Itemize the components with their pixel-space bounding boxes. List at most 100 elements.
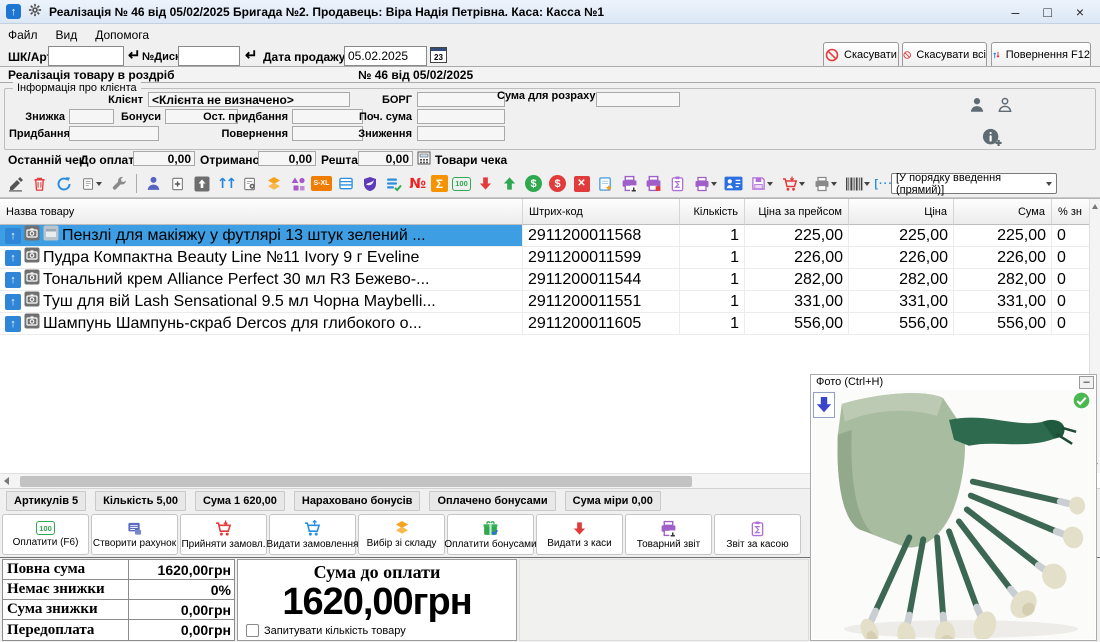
contact-card-icon[interactable] [723, 173, 744, 194]
calendar-icon[interactable]: 23 [430, 47, 447, 63]
photo-download-icon[interactable] [813, 392, 835, 418]
close-button[interactable]: × [1076, 4, 1084, 20]
number-icon[interactable]: № [407, 173, 428, 194]
menu-view[interactable]: Вид [56, 28, 78, 42]
client-field[interactable]: <Клієнта не визначено> [148, 92, 350, 107]
item-discount: 0 [1052, 247, 1090, 268]
sku-input[interactable] [48, 46, 124, 66]
document-settings-icon[interactable] [239, 173, 260, 194]
cash-in-arrow-icon[interactable] [499, 173, 520, 194]
camera-icon[interactable] [24, 247, 40, 268]
sale-date-input[interactable] [344, 46, 427, 66]
camera-icon[interactable] [24, 313, 40, 334]
create-invoice-button[interactable]: Створити рахунок [91, 514, 178, 555]
return-button[interactable]: Повернення F12 [991, 42, 1091, 68]
pick-from-stock-button[interactable]: Вибір зі складу [358, 514, 445, 555]
product-photo [812, 390, 1095, 639]
stock-layers-icon[interactable] [263, 173, 284, 194]
table-row[interactable]: ↑ Туш для вій Lash Sensational 9.5 мл Чо… [0, 291, 1100, 313]
discount-card-input[interactable] [178, 46, 240, 66]
banknote-icon[interactable]: 100 [452, 177, 471, 191]
col-barcode[interactable]: Штрих-код [523, 199, 680, 225]
table-row[interactable]: ↑ Шампунь Шампунь-скраб Dercos для глибо… [0, 313, 1100, 335]
note-menu-icon[interactable] [77, 173, 106, 194]
gift-icon [482, 520, 499, 537]
issue-order-button[interactable]: Видати замовлення [269, 514, 356, 555]
table-row[interactable]: ↑ Тональний крем Alliance Perfect 30 мл … [0, 269, 1100, 291]
photo-minimize-button[interactable]: – [1079, 376, 1094, 389]
money-out-icon[interactable]: $ [549, 175, 566, 192]
settings-gear-icon[interactable] [28, 3, 42, 20]
report-clipboard-icon[interactable] [667, 173, 688, 194]
document-star-icon[interactable] [595, 173, 616, 194]
edit-icon[interactable] [5, 173, 26, 194]
pay-button[interactable]: 100 Оплатити (F6) [2, 514, 89, 555]
row-up-icon[interactable]: ↑ [5, 250, 21, 266]
row-up-icon[interactable]: ↑ [5, 294, 21, 310]
col-list-price[interactable]: Ціна за прейсом [745, 199, 849, 225]
row-up-icon[interactable]: ↑ [5, 228, 21, 244]
document-add-icon[interactable] [167, 173, 188, 194]
table-view-icon[interactable] [335, 173, 356, 194]
list-check-icon[interactable] [383, 173, 404, 194]
row-up-icon[interactable]: ↑ [5, 316, 21, 332]
table-row[interactable]: ↑ Пудра Компактна Beauty Line №11 Ivory … [0, 247, 1100, 269]
photo-verified-icon[interactable] [1072, 391, 1091, 413]
cash-register-report-button[interactable]: Звіт за касою [714, 514, 801, 555]
save-menu-icon[interactable] [747, 173, 776, 194]
variants-shapes-icon[interactable] [287, 173, 308, 194]
cancel-button[interactable]: Скасувати [823, 42, 899, 68]
check-items-label[interactable]: Товари чека [435, 153, 507, 167]
cash-out-arrow-icon[interactable] [475, 173, 496, 194]
client-filled-icon[interactable] [968, 96, 986, 117]
col-price[interactable]: Ціна [849, 199, 954, 225]
col-discount[interactable]: % зн [1052, 199, 1090, 225]
ask-quantity-checkbox[interactable] [246, 624, 259, 637]
void-check-icon[interactable]: ✕ [574, 176, 590, 192]
table-row[interactable]: ↑ Пензлі для макіяжу у футлярі 13 штук з… [0, 225, 1100, 247]
printer-settings-icon[interactable] [811, 173, 840, 194]
print-receipt-icon[interactable] [619, 173, 640, 194]
delete-icon[interactable] [29, 173, 50, 194]
received-field: 0,00 [258, 151, 316, 166]
cancel-all-button[interactable]: Скасувати всі [902, 42, 987, 68]
camera-icon[interactable] [24, 269, 40, 290]
order-cart-menu-icon[interactable] [779, 173, 808, 194]
refresh-icon[interactable] [53, 173, 74, 194]
client-info-add-icon[interactable] [981, 127, 1003, 152]
row-up-icon[interactable]: ↑ [5, 272, 21, 288]
sort-order-select[interactable]: [У порядку введення (прямий)] [891, 173, 1057, 194]
maximize-button[interactable]: □ [1043, 4, 1051, 20]
sum-sigma-icon[interactable]: Σ [431, 175, 448, 192]
warranty-shield-icon[interactable] [359, 173, 380, 194]
barcode-menu-icon[interactable] [843, 173, 872, 194]
item-list-price: 226,00 [745, 247, 849, 268]
print-copy-icon[interactable] [643, 173, 664, 194]
cash-withdraw-button[interactable]: Видати з каси [536, 514, 623, 555]
media-icon[interactable] [43, 225, 59, 246]
accept-order-button[interactable]: Прийняти замовл. [180, 514, 267, 555]
item-name: Пензлі для макіяжу у футлярі 13 штук зел… [62, 227, 426, 245]
scrollbar-thumb[interactable] [20, 476, 692, 487]
print-menu-icon[interactable] [691, 173, 720, 194]
money-in-icon[interactable]: $ [525, 175, 542, 192]
item-qty: 1 [680, 291, 745, 312]
wrench-icon[interactable] [109, 173, 130, 194]
col-name[interactable]: Назва товару [0, 199, 523, 225]
col-qty[interactable]: Кількість [680, 199, 745, 225]
client-icon[interactable] [143, 173, 164, 194]
camera-icon[interactable] [24, 225, 40, 246]
goods-report-button[interactable]: Товарний звіт [625, 514, 712, 555]
col-sum[interactable]: Сума [954, 199, 1052, 225]
double-up-icon[interactable]: ↑↑ [215, 173, 236, 194]
camera-icon[interactable] [24, 291, 40, 312]
sizes-sxl-icon[interactable]: S-XL [311, 176, 332, 191]
upload-box-icon[interactable] [191, 173, 212, 194]
menu-help[interactable]: Допомога [95, 28, 149, 42]
client-outline-icon[interactable] [996, 96, 1014, 117]
calculator-icon[interactable] [417, 151, 431, 168]
menu-file[interactable]: Файл [8, 28, 38, 42]
pay-with-bonuses-button[interactable]: Оплатити бонусами [447, 514, 534, 555]
item-qty: 1 [680, 313, 745, 334]
minimize-button[interactable]: – [1012, 4, 1020, 20]
